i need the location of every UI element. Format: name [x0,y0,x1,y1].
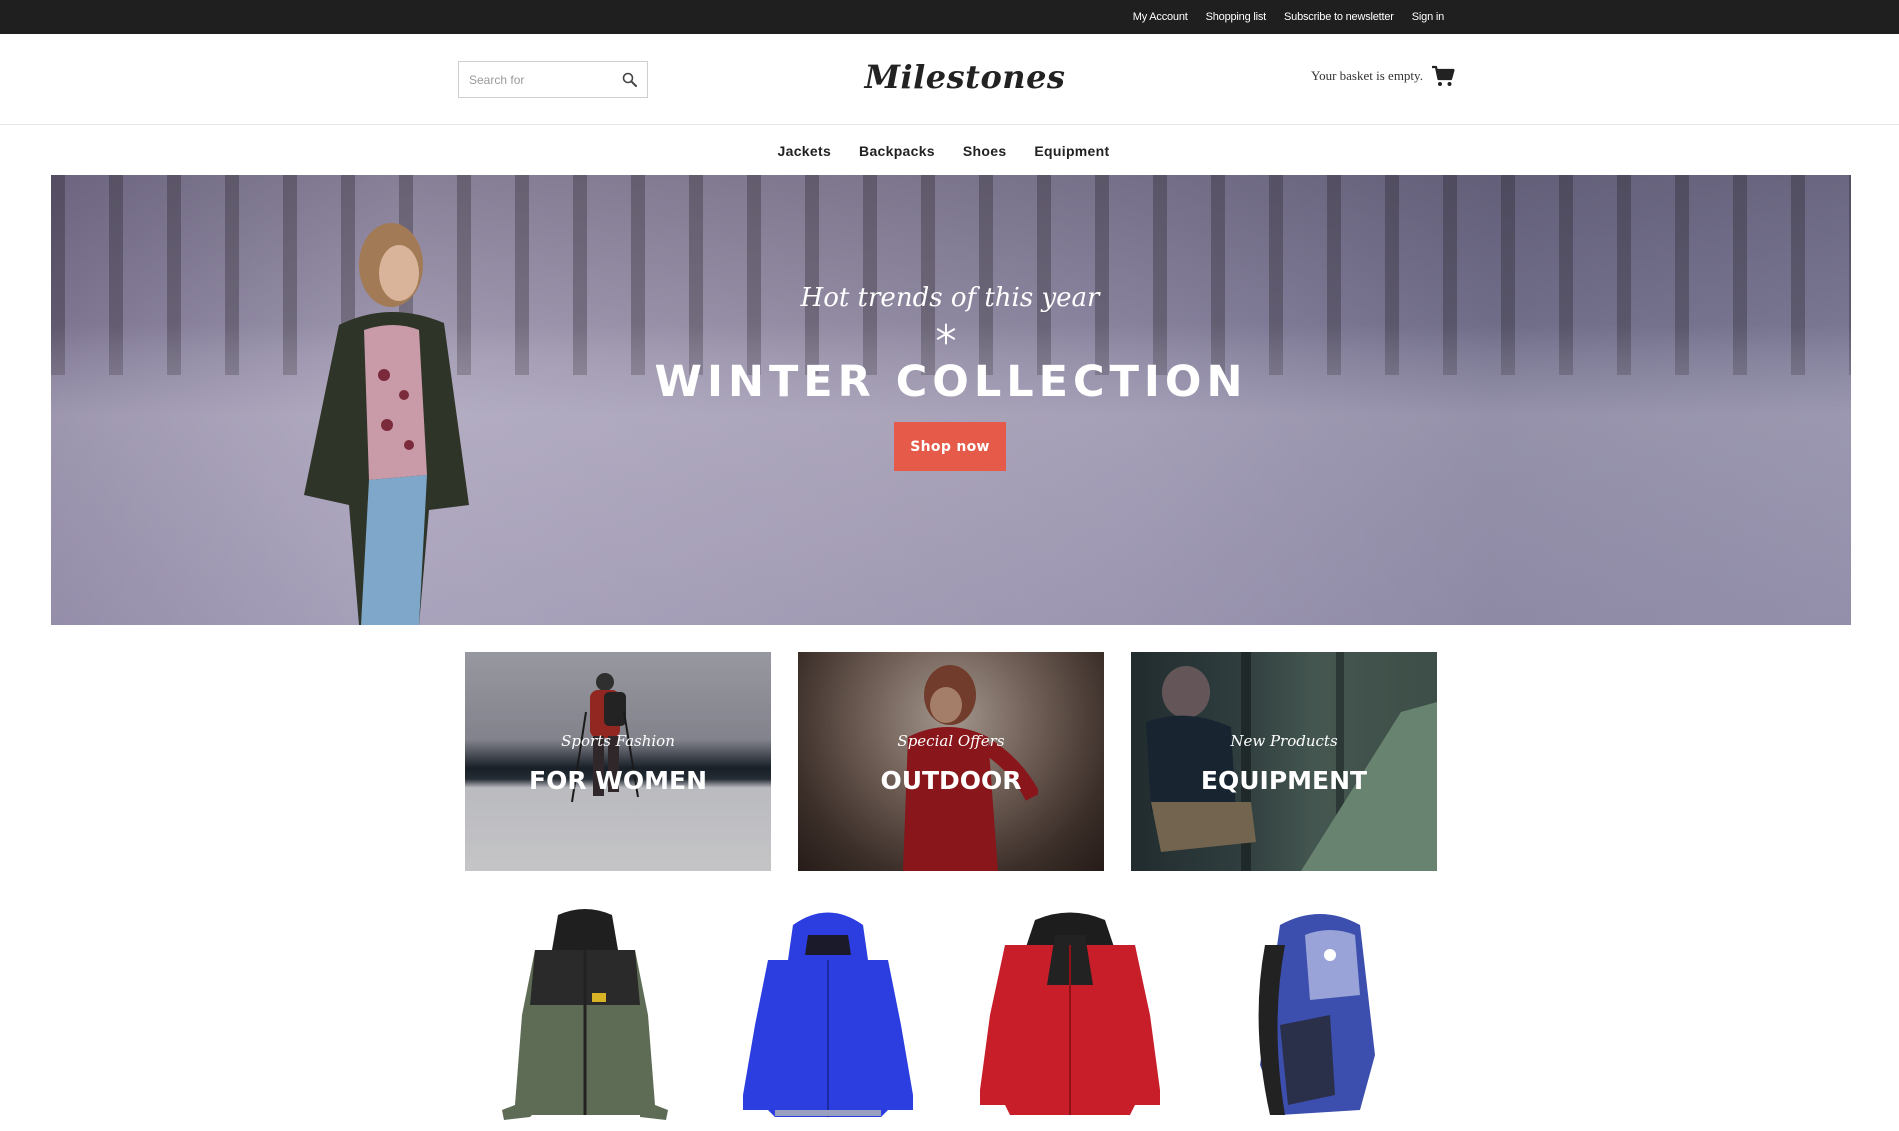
tile-overlay [465,652,771,871]
category-tiles: Sports Fashion FOR WOMEN Special Offers … [465,652,1437,871]
product-row [480,905,1420,1126]
tile-subtitle: Special Offers [897,732,1005,750]
nav-backpacks[interactable]: Backpacks [859,143,935,159]
site-header: Milestones Your basket is empty. [0,34,1899,125]
product-green-fleece-jacket[interactable] [480,905,690,1126]
product-blue-backpack[interactable] [1210,905,1420,1126]
nav-shoes[interactable]: Shoes [963,143,1007,159]
hero-content: Hot trends of this year WINTER COLLECTIO… [51,175,1851,625]
my-account-link[interactable]: My Account [1133,11,1188,23]
newsletter-link[interactable]: Subscribe to newsletter [1284,11,1394,23]
search-input[interactable] [469,71,619,89]
tile-overlay [1131,652,1437,871]
hero-title: WINTER COLLECTION [654,357,1248,407]
tile-for-women[interactable]: Sports Fashion FOR WOMEN [465,652,771,871]
tile-outdoor[interactable]: Special Offers OUTDOOR [798,652,1104,871]
jacket-image [502,909,668,1120]
tile-subtitle: New Products [1230,732,1338,750]
tile-title: FOR WOMEN [529,766,707,795]
top-bar: My Account Shopping list Subscribe to ne… [0,0,1899,34]
basket[interactable]: Your basket is empty. [1311,64,1455,88]
shopping-list-link[interactable]: Shopping list [1206,11,1267,23]
product-blue-rain-jacket[interactable] [723,905,933,1126]
hero-subtitle: Hot trends of this year [800,283,1100,313]
tile-title: OUTDOOR [880,766,1022,795]
tile-title: EQUIPMENT [1200,766,1368,795]
product-red-jacket[interactable] [965,905,1175,1126]
nav-jackets[interactable]: Jackets [778,143,831,159]
main-nav: Jackets Backpacks Shoes Equipment [0,126,1899,175]
hero-banner: Hot trends of this year WINTER COLLECTIO… [51,175,1851,625]
basket-status: Your basket is empty. [1311,68,1423,83]
search-icon[interactable] [621,71,639,89]
site-logo[interactable]: Milestones [850,58,1080,96]
account-links: My Account Shopping list Subscribe to ne… [1133,0,1444,34]
nav-equipment[interactable]: Equipment [1034,143,1109,159]
tile-equipment[interactable]: New Products EQUIPMENT [1131,652,1437,871]
shop-now-button[interactable]: Shop now [894,422,1006,471]
snowflake-icon [935,323,957,345]
cart-icon[interactable] [1431,64,1455,88]
jacket-image [980,912,1160,1115]
tile-subtitle: Sports Fashion [561,732,675,750]
backpack-image [1258,914,1375,1115]
search-box [458,61,648,98]
sign-in-link[interactable]: Sign in [1412,11,1444,23]
tile-overlay [798,652,1104,871]
jacket-image [743,912,913,1117]
